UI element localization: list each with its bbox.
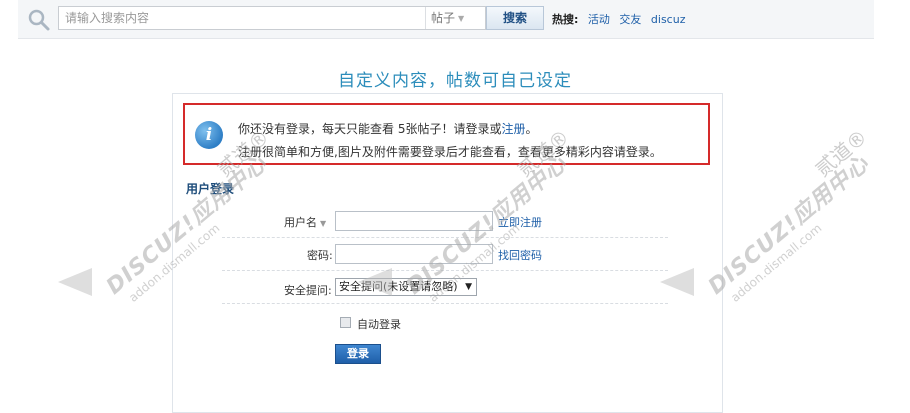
- watermark: DISCUZ!应用中心 addon.dismall.com: [700, 147, 884, 312]
- hot-link-friends[interactable]: 交友: [619, 13, 641, 26]
- password-label: 密码:: [307, 249, 333, 262]
- hot-search-label: 热搜:: [552, 13, 579, 26]
- hot-link-discuz[interactable]: discuz: [651, 13, 686, 26]
- hot-search: 热搜: 活动 交友 discuz: [552, 11, 691, 27]
- search-type-value: 帖子: [431, 11, 456, 25]
- username-label-text: 用户名: [284, 216, 317, 229]
- search-icon: [28, 9, 50, 31]
- login-button[interactable]: 登录: [335, 344, 381, 364]
- notice-text: 你还没有登录，每天只能查看 5张帖子！请登录或: [238, 122, 502, 136]
- autologin-label[interactable]: 自动登录: [357, 316, 401, 332]
- watermark-domain: addon.dismall.com: [728, 220, 825, 305]
- watermark-arrow-icon: [58, 268, 92, 296]
- notice-punct: 。: [525, 122, 538, 136]
- page-headline: 自定义内容，帖数可自己设定: [338, 71, 572, 91]
- watermark-brand: DISCUZ!应用中心: [703, 151, 875, 300]
- forgot-password-link[interactable]: 找回密码: [498, 247, 542, 263]
- search-input[interactable]: [59, 7, 424, 29]
- search-bar: 帖子▼ 搜索 热搜: 活动 交友 discuz: [18, 0, 874, 39]
- search-button[interactable]: 搜索: [486, 6, 544, 30]
- autologin-checkbox[interactable]: [340, 317, 351, 328]
- register-link-notice[interactable]: 注册: [501, 122, 525, 136]
- search-type-select[interactable]: 帖子 ▼: [425, 7, 485, 29]
- username-label[interactable]: 用户名 ▼: [284, 214, 326, 230]
- row-divider: [222, 303, 668, 304]
- notice-line-1: 你还没有登录，每天只能查看 5张帖子！请登录或注册。: [238, 120, 537, 137]
- search-field-wrapper: 帖子▼: [58, 6, 486, 30]
- hot-link-activity[interactable]: 活动: [588, 13, 610, 26]
- info-icon: i: [195, 121, 223, 149]
- watermark-arrow-icon: [660, 268, 694, 296]
- chevron-down-icon: ▼: [458, 14, 465, 23]
- chevron-down-icon: ▼: [465, 282, 472, 292]
- security-question-label: 安全提问:: [284, 284, 332, 297]
- chevron-down-icon: ▼: [320, 219, 327, 228]
- watermark-arrow-icon: [358, 268, 392, 296]
- notice-line-2: 注册很简单和方便,图片及附件需要登录后才能查看，查看更多精彩内容请登录。: [238, 145, 662, 159]
